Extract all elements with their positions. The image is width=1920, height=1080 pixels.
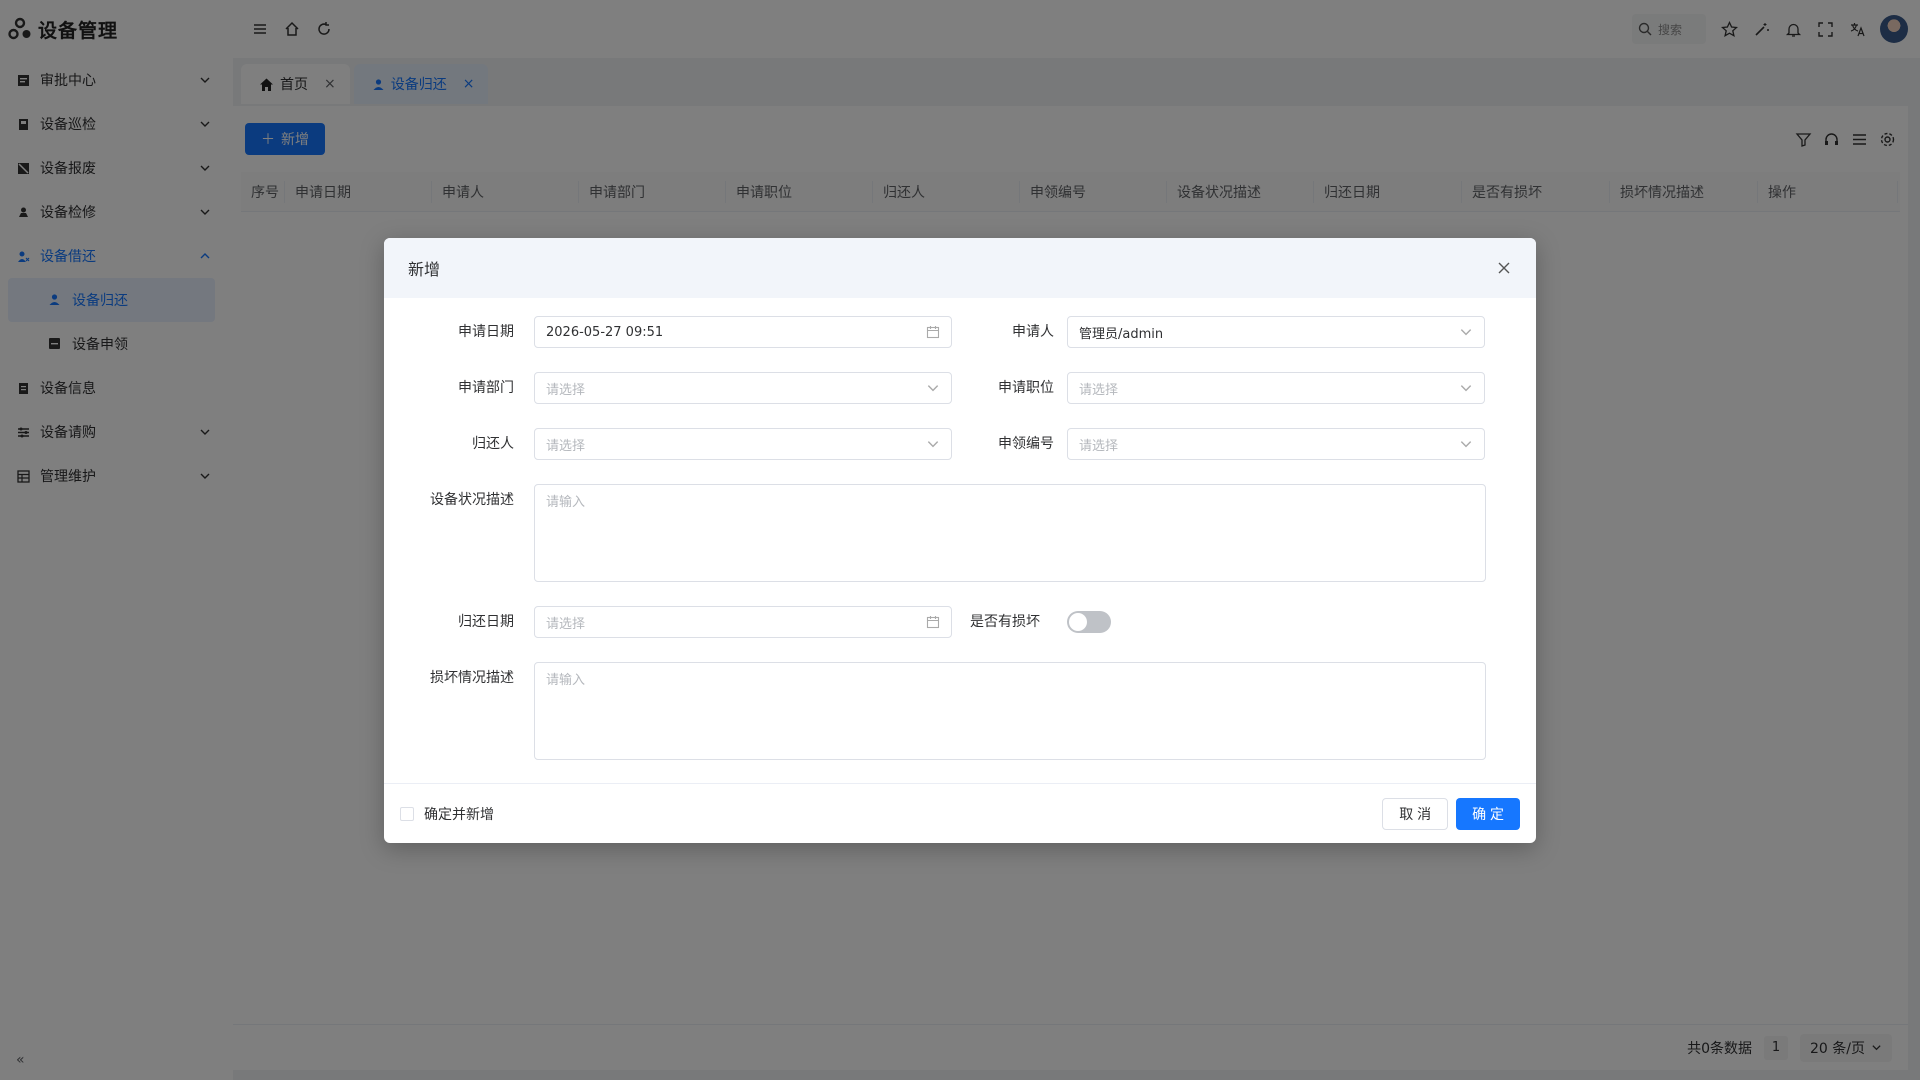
- chevron-down-icon: [927, 385, 939, 392]
- status-desc-placeholder: 请输入: [546, 495, 586, 510]
- chevron-down-icon: [1460, 385, 1472, 392]
- claim-no-label: 申领编号: [998, 436, 1054, 452]
- apply-date-value: 2026-05-27 09:51: [546, 324, 664, 340]
- applicant-select[interactable]: 管理员/admin: [1067, 316, 1485, 348]
- apply-date-input[interactable]: 2026-05-27 09:51: [534, 316, 952, 348]
- return-date-label: 归还日期: [458, 614, 514, 630]
- damage-desc-textarea[interactable]: 请输入: [534, 662, 1486, 760]
- dialog-body: 申请日期 2026-05-27 09:51 申请人 管理员/admin 申请部门…: [384, 298, 1536, 783]
- ok-button[interactable]: 确 定: [1456, 797, 1520, 830]
- department-select[interactable]: 请选择: [534, 372, 952, 404]
- dialog-title: 新增: [408, 260, 441, 279]
- department-label: 申请部门: [458, 380, 514, 396]
- returner-label: 归还人: [472, 436, 514, 452]
- dialog-footer: 确定并新增 取 消 确 定: [384, 783, 1536, 843]
- calendar-icon: [926, 326, 940, 339]
- position-placeholder: 请选择: [1079, 382, 1119, 398]
- position-label: 申请职位: [998, 380, 1054, 396]
- cancel-button[interactable]: 取 消: [1382, 797, 1449, 830]
- status-desc-label: 设备状况描述: [430, 492, 514, 508]
- chevron-down-icon: [927, 441, 939, 448]
- damage-desc-placeholder: 请输入: [546, 673, 586, 688]
- position-select[interactable]: 请选择: [1067, 372, 1485, 404]
- applicant-label: 申请人: [1012, 324, 1054, 340]
- switch-knob: [1069, 613, 1087, 631]
- dialog-header: 新增: [384, 238, 1536, 298]
- add-dialog: 新增 申请日期 2026-05-27 09:51 申请人 管理员/admin 申…: [384, 238, 1536, 843]
- claim-no-placeholder: 请选择: [1079, 438, 1119, 454]
- damaged-switch[interactable]: [1067, 611, 1111, 633]
- applicant-value: 管理员/admin: [1079, 326, 1164, 342]
- apply-date-label: 申请日期: [458, 324, 514, 340]
- damage-desc-label: 损坏情况描述: [430, 670, 514, 686]
- status-desc-textarea[interactable]: 请输入: [534, 484, 1486, 582]
- damaged-label: 是否有损坏: [970, 614, 1040, 630]
- claim-no-select[interactable]: 请选择: [1067, 428, 1485, 460]
- close-icon[interactable]: [1496, 260, 1512, 276]
- confirm-and-add-label: 确定并新增: [424, 806, 494, 823]
- chevron-down-icon: [1460, 329, 1472, 336]
- calendar-icon: [926, 616, 940, 629]
- chevron-down-icon: [1460, 441, 1472, 448]
- return-date-input[interactable]: 请选择: [534, 606, 952, 638]
- department-placeholder: 请选择: [546, 382, 586, 398]
- returner-select[interactable]: 请选择: [534, 428, 952, 460]
- confirm-and-add-checkbox[interactable]: 确定并新增: [400, 804, 494, 824]
- returner-placeholder: 请选择: [546, 438, 586, 454]
- return-date-placeholder: 请选择: [546, 616, 586, 632]
- checkbox-box[interactable]: [400, 806, 414, 821]
